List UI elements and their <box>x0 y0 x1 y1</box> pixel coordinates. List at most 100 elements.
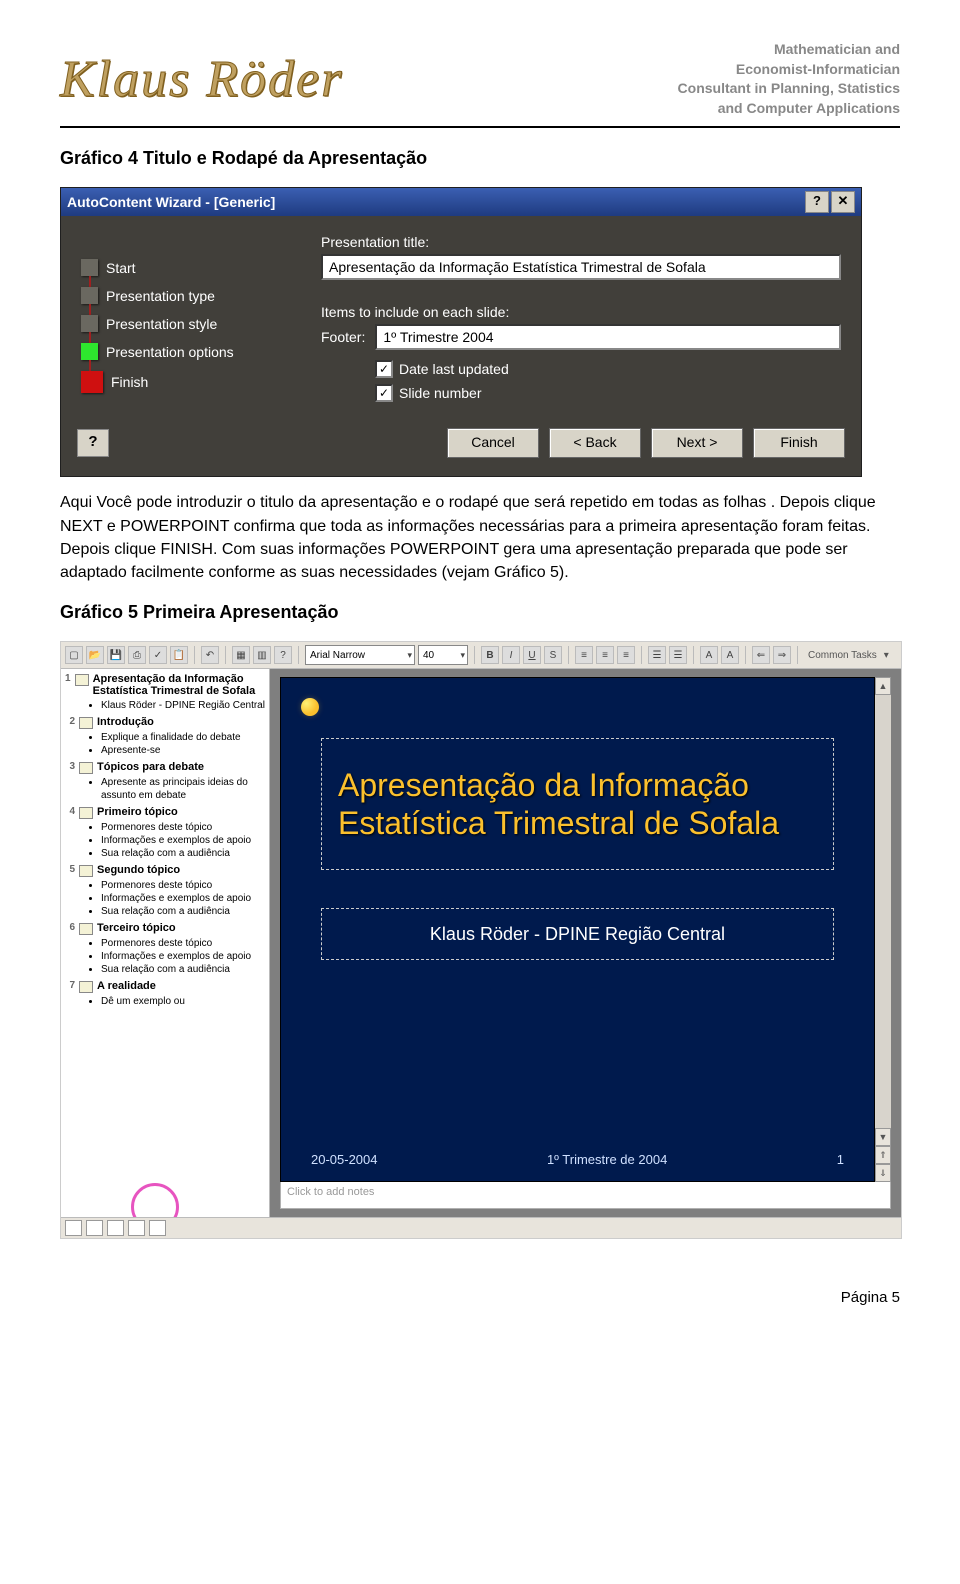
increase-font-icon[interactable]: A <box>700 646 718 664</box>
back-button[interactable]: < Back <box>549 428 641 458</box>
new-icon[interactable]: ▢ <box>65 646 83 664</box>
subtitle-placeholder[interactable]: Klaus Röder - DPINE Região Central <box>321 908 834 960</box>
close-button[interactable]: ✕ <box>831 191 855 213</box>
slide-thumb-icon <box>79 981 93 993</box>
step-label: Start <box>106 260 136 276</box>
outline-slide-title[interactable]: 2Introdução <box>65 716 265 729</box>
outline-bullet[interactable]: Sua relação com a audiência <box>101 847 265 860</box>
finish-button[interactable]: Finish <box>753 428 845 458</box>
wizard-help-button[interactable]: ? <box>77 429 109 457</box>
normal-view-icon[interactable] <box>65 1220 82 1236</box>
outline-bullet[interactable]: Dê um exemplo ou <box>101 995 265 1008</box>
paragraph-1: Aqui Você pode introduzir o titulo da ap… <box>60 491 900 584</box>
slide-view-icon[interactable] <box>107 1220 124 1236</box>
footer-label: Footer: <box>321 329 365 345</box>
slide-thumb-icon <box>79 923 93 935</box>
slideshow-view-icon[interactable] <box>149 1220 166 1236</box>
outline-view-icon[interactable] <box>86 1220 103 1236</box>
figure-caption-1: Gráfico 4 Titulo e Rodapé da Apresentaçã… <box>60 148 900 169</box>
prev-slide-icon[interactable]: ⇑ <box>875 1146 891 1164</box>
bullets-icon[interactable]: ☰ <box>648 646 666 664</box>
outline-slide-title[interactable]: 5Segundo tópico <box>65 864 265 877</box>
outline-slide-title[interactable]: 3Tópicos para debate <box>65 761 265 774</box>
demote-icon[interactable]: ⇒ <box>773 646 791 664</box>
scroll-down-icon[interactable]: ▼ <box>875 1128 891 1146</box>
presentation-title-input[interactable]: Apresentação da Informação Estatística T… <box>321 254 841 280</box>
vertical-scrollbar[interactable]: ▲ ▼ ⇑ ⇓ <box>875 677 891 1182</box>
checkbox-date[interactable]: ✓ Date last updated <box>375 360 841 378</box>
wizard-titlebar: AutoContent Wizard - [Generic] ? ✕ <box>61 188 861 216</box>
cancel-button[interactable]: Cancel <box>447 428 539 458</box>
outline-bullet[interactable]: Pormenores deste tópico <box>101 937 265 950</box>
step-type[interactable]: Presentation type <box>81 287 291 304</box>
outline-bullets: Pormenores deste tópicoInformações e exe… <box>91 879 265 918</box>
slide-title-line: Apresentação da Informação <box>338 766 833 804</box>
scroll-up-icon[interactable]: ▲ <box>875 677 891 695</box>
outline-slide-title[interactable]: 6Terceiro tópico <box>65 922 265 935</box>
outline-slide-title[interactable]: 1Apresentação da Informação Estatística … <box>65 673 265 697</box>
sorter-view-icon[interactable] <box>128 1220 145 1236</box>
slide-thumb-icon <box>79 762 93 774</box>
open-icon[interactable]: 📂 <box>86 646 104 664</box>
numbering-icon[interactable]: ☰ <box>669 646 687 664</box>
help-icon[interactable]: ? <box>274 646 292 664</box>
underline-icon[interactable]: U <box>523 646 541 664</box>
outline-slide-title[interactable]: 7A realidade <box>65 980 265 993</box>
tagline-line: Consultant in Planning, Statistics <box>678 79 900 99</box>
outline-bullet[interactable]: Informações e exemplos de apoio <box>101 892 265 905</box>
print-icon[interactable]: ⎙ <box>128 646 146 664</box>
shadow-icon[interactable]: S <box>544 646 562 664</box>
outline-bullet[interactable]: Sua relação com a audiência <box>101 905 265 918</box>
paste-icon[interactable]: 📋 <box>170 646 188 664</box>
outline-bullet[interactable]: Pormenores deste tópico <box>101 879 265 892</box>
outline-bullet[interactable]: Sua relação com a audiência <box>101 963 265 976</box>
slide-number-badge: 4 <box>65 806 75 817</box>
outline-bullet[interactable]: Informações e exemplos de apoio <box>101 834 265 847</box>
align-center-icon[interactable]: ≡ <box>596 646 614 664</box>
slide-date: 20-05-2004 <box>311 1152 378 1167</box>
slide-canvas[interactable]: Apresentação da Informação Estatística T… <box>280 677 875 1182</box>
bold-icon[interactable]: B <box>481 646 499 664</box>
promote-icon[interactable]: ⇐ <box>752 646 770 664</box>
undo-icon[interactable]: ↶ <box>201 646 219 664</box>
outline-title-text: Segundo tópico <box>97 864 180 876</box>
step-start[interactable]: Start <box>81 259 291 276</box>
outline-title-text: A realidade <box>97 980 156 992</box>
font-size-combo[interactable]: 40 <box>418 645 468 665</box>
step-style[interactable]: Presentation style <box>81 315 291 332</box>
outline-slide-title[interactable]: 4Primeiro tópico <box>65 806 265 819</box>
standard-toolbar: ▢ 📂 💾 ⎙ ✓ 📋 ↶ ▦ ▥ ? Arial Narrow 40 B I … <box>61 642 901 669</box>
outline-bullet[interactable]: Informações e exemplos de apoio <box>101 950 265 963</box>
common-tasks-button[interactable]: Common Tasks <box>808 650 877 661</box>
outline-bullet[interactable]: Explique a finalidade do debate <box>101 731 265 744</box>
font-combo[interactable]: Arial Narrow <box>305 645 415 665</box>
table-icon[interactable]: ▦ <box>232 646 250 664</box>
outline-bullets: Pormenores deste tópicoInformações e exe… <box>91 937 265 976</box>
step-options[interactable]: Presentation options <box>81 343 291 360</box>
notes-input[interactable]: Click to add notes <box>280 1182 891 1209</box>
outline-panel[interactable]: 1Apresentação da Informação Estatística … <box>61 669 270 1217</box>
step-finish[interactable]: Finish <box>81 371 291 393</box>
next-slide-icon[interactable]: ⇓ <box>875 1164 891 1182</box>
outline-bullet[interactable]: Klaus Röder - DPINE Região Central <box>101 699 265 712</box>
next-button[interactable]: Next > <box>651 428 743 458</box>
spell-icon[interactable]: ✓ <box>149 646 167 664</box>
checkbox-slide-number[interactable]: ✓ Slide number <box>375 384 841 402</box>
step-box-icon <box>81 343 98 360</box>
help-button[interactable]: ? <box>805 191 829 213</box>
title-placeholder[interactable]: Apresentação da Informação Estatística T… <box>321 738 834 870</box>
decrease-font-icon[interactable]: A <box>721 646 739 664</box>
lightbulb-icon <box>301 698 319 716</box>
outline-bullet[interactable]: Apresente-se <box>101 744 265 757</box>
view-switcher <box>61 1217 901 1238</box>
align-left-icon[interactable]: ≡ <box>575 646 593 664</box>
tagline-line: Economist-Informatician <box>678 60 900 80</box>
footer-input[interactable]: 1º Trimestre 2004 <box>375 324 841 350</box>
align-right-icon[interactable]: ≡ <box>617 646 635 664</box>
italic-icon[interactable]: I <box>502 646 520 664</box>
outline-bullet[interactable]: Apresente as principais ideias do assunt… <box>101 776 265 802</box>
chart-icon[interactable]: ▥ <box>253 646 271 664</box>
outline-bullet[interactable]: Pormenores deste tópico <box>101 821 265 834</box>
tagline-line: and Computer Applications <box>678 99 900 119</box>
save-icon[interactable]: 💾 <box>107 646 125 664</box>
